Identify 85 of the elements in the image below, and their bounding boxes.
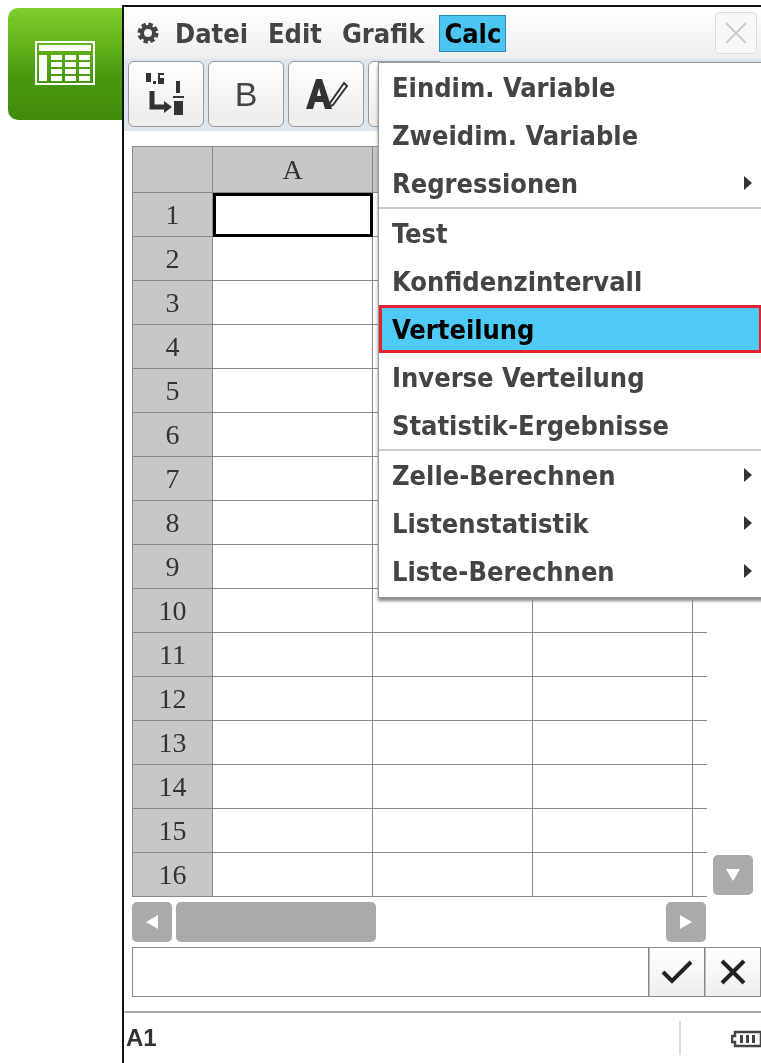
table-cell[interactable] [533,633,693,677]
menu-item[interactable]: Calc [439,14,507,52]
menu-item[interactable]: Listenstatistik [379,499,761,547]
text-style-button[interactable] [288,61,364,127]
row-header: 14 [133,765,213,809]
right-triangle-icon [679,914,693,930]
menu-item[interactable]: Eindim. Variable [379,63,761,111]
bold-button[interactable]: B [208,61,284,127]
table-cell[interactable] [373,765,533,809]
close-icon [719,958,747,986]
scrollbar-thumb[interactable] [176,902,376,942]
row-header: 6 [133,413,213,457]
submenu-arrow-icon [743,563,753,579]
table-cell[interactable] [533,721,693,765]
column-header[interactable]: A [213,147,373,193]
cell-reference: A1 [126,1024,157,1052]
table-cell[interactable] [533,809,693,853]
menu-item[interactable]: Grafik [336,14,430,52]
table-cell[interactable] [213,193,373,237]
table-cell[interactable] [213,677,373,721]
row-header: 3 [133,281,213,325]
table-cell[interactable] [213,457,373,501]
menu-item[interactable]: Liste-Berechnen [379,547,761,595]
menu-item[interactable]: Edit [263,14,327,52]
down-triangle-icon [725,868,741,882]
table-cell[interactable] [213,721,373,765]
menu-item[interactable]: Konfidenzintervall [379,257,761,305]
close-icon [723,20,749,46]
table-cell[interactable] [373,721,533,765]
checkmark-icon [661,959,693,985]
table-icon [35,41,95,87]
table-cell[interactable] [213,369,373,413]
fraction-convert-button[interactable] [128,61,204,127]
row-header: 15 [133,809,213,853]
row-header: 8 [133,501,213,545]
table-cell[interactable] [213,325,373,369]
row-header: 2 [133,237,213,281]
table-cell[interactable] [213,237,373,281]
menu-item[interactable]: Test [379,209,761,257]
table-cell[interactable] [213,853,373,897]
cancel-button[interactable] [705,947,761,997]
menu-item[interactable]: Datei [170,14,253,52]
row-header: 10 [133,589,213,633]
table-cell[interactable] [213,633,373,677]
table-cell[interactable] [213,589,373,633]
table-cell[interactable] [533,765,693,809]
entry-field[interactable] [132,947,649,997]
menu-item[interactable]: Statistik-Ergebnisse [379,401,761,449]
row-header: 7 [133,457,213,501]
submenu-arrow-icon [743,467,753,483]
table-cell[interactable] [213,501,373,545]
submenu-arrow-icon [743,175,753,191]
table-cell[interactable] [533,853,693,897]
table-cell[interactable] [373,677,533,721]
row-header: 16 [133,853,213,897]
menu-item[interactable]: Regressionen [379,159,761,207]
menu-item[interactable]: Inverse Verteilung [379,353,761,401]
row-header: 1 [133,193,213,237]
row-header: 4 [133,325,213,369]
menu-item[interactable]: Zweidim. Variable [379,111,761,159]
table-cell[interactable] [373,809,533,853]
left-triangle-icon [145,914,159,930]
table-cell[interactable] [213,413,373,457]
table-cell[interactable] [213,281,373,325]
table-cell[interactable] [213,765,373,809]
spreadsheet-app-button[interactable] [8,8,122,120]
table-cell[interactable] [213,809,373,853]
table-cell[interactable] [213,545,373,589]
scroll-down-button[interactable] [713,855,753,895]
confirm-button[interactable] [649,947,705,997]
menu-item[interactable]: Verteilung [379,305,761,353]
table-cell[interactable] [373,633,533,677]
table-cell[interactable] [373,853,533,897]
row-header: 11 [133,633,213,677]
scroll-left-button[interactable] [132,902,172,942]
submenu-arrow-icon [743,515,753,531]
row-header: 13 [133,721,213,765]
menu-item[interactable]: Zelle-Berechnen [379,451,761,499]
row-header: 12 [133,677,213,721]
pencil-letter-icon [304,77,348,111]
settings-icon[interactable] [136,21,160,45]
table-cell[interactable] [533,677,693,721]
row-header: 5 [133,369,213,413]
scroll-right-button[interactable] [666,902,706,942]
row-header: 9 [133,545,213,589]
